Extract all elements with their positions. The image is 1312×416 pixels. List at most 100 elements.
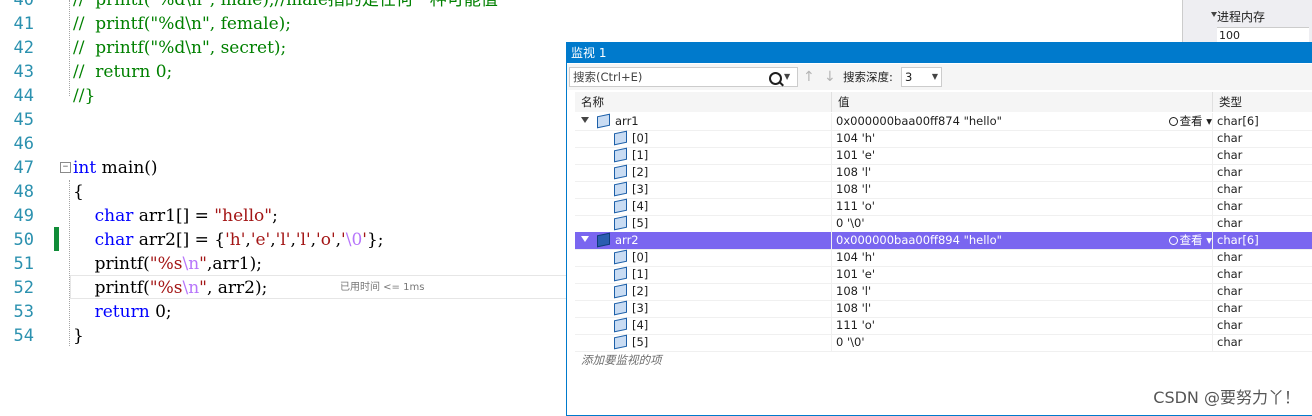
process-memory-title[interactable]: 进程内存 (1217, 8, 1265, 25)
code-text: char arr2[] = {'h','e','l','l','o','\0'}… (73, 228, 384, 252)
variable-icon (614, 334, 627, 350)
code-token: "%s (149, 254, 183, 274)
search-input[interactable]: 搜索(Ctrl+E) ▼ (569, 67, 798, 87)
value-cell: 101 'e' (831, 147, 1216, 164)
variable-value: 104 'h' (836, 250, 876, 264)
code-text: //} (73, 84, 95, 108)
value-cell: 108 'l' (831, 181, 1216, 198)
search-placeholder: 搜索(Ctrl+E) (573, 70, 643, 84)
line-number: 45 (13, 110, 34, 130)
name-cell: [4] (575, 317, 830, 334)
code-token: \n (182, 278, 200, 298)
name-cell: [0] (575, 130, 830, 147)
search-depth-select[interactable]: 3 ▼ (901, 67, 942, 87)
code-text: // printf("%d\n", male);//male指的是任何一种可能值 (73, 0, 498, 12)
variable-name: [0] (632, 250, 649, 264)
add-watch-item[interactable]: 添加要监视的项 (581, 352, 662, 368)
variable-name: [2] (632, 165, 649, 179)
column-name[interactable]: 名称 (575, 92, 830, 112)
view-button[interactable]: 查看 ▾ (1168, 113, 1212, 130)
variable-icon (614, 181, 627, 197)
code-text: printf("%s\n", arr2); (73, 276, 268, 300)
column-type[interactable]: 类型 (1212, 92, 1312, 112)
watch-child-row[interactable]: [1] 101 'e' char (575, 147, 1312, 165)
expand-arrow-icon[interactable] (581, 117, 589, 123)
code-text: // return 0; (73, 60, 172, 84)
name-cell: [0] (575, 249, 830, 266)
watch-child-row[interactable]: [4] 111 'o' char (575, 317, 1312, 335)
code-token: "%s (149, 278, 183, 298)
variable-value: 101 'e' (836, 267, 876, 281)
chevron-down-icon[interactable]: ▾ (1203, 114, 1212, 128)
variable-icon (597, 113, 610, 129)
variable-icon (614, 198, 627, 214)
watch-child-row[interactable]: [3] 108 'l' char (575, 300, 1312, 318)
search-next-icon[interactable]: ↓ (824, 68, 836, 86)
code-token: }; (366, 230, 384, 250)
chevron-down-icon[interactable]: ▾ (1203, 233, 1212, 247)
code-text: char arr1[] = "hello"; (73, 204, 278, 228)
chevron-down-icon[interactable]: ▼ (932, 68, 938, 86)
variable-value: 111 'o' (836, 318, 875, 332)
collapse-icon[interactable]: − (60, 162, 71, 173)
code-token: char (94, 230, 134, 250)
line-number: 47 (13, 158, 34, 178)
name-cell: arr2 (575, 232, 830, 249)
watch-child-row[interactable]: [2] 108 'l' char (575, 164, 1312, 182)
variable-name: [5] (632, 335, 649, 349)
view-button[interactable]: 查看 ▾ (1168, 232, 1212, 249)
variable-name: [3] (632, 301, 649, 315)
name-cell: [2] (575, 283, 830, 300)
watch-child-row[interactable]: [5] 0 '\0' char (575, 215, 1312, 233)
watch-child-row[interactable]: [1] 101 'e' char (575, 266, 1312, 284)
code-line[interactable]: 41 // printf("%d\n", female); (0, 12, 1182, 36)
watch-child-row[interactable]: [0] 104 'h' char (575, 130, 1312, 148)
search-previous-icon[interactable]: ↑ (803, 68, 815, 86)
watch-child-row[interactable]: [2] 108 'l' char (575, 283, 1312, 301)
variable-value: 104 'h' (836, 131, 876, 145)
watch-window-title[interactable]: 监视 1 (567, 43, 1312, 63)
name-cell: [2] (575, 164, 830, 181)
variable-icon (597, 232, 610, 248)
code-line[interactable]: 40 // printf("%d\n", male);//male指的是任何一种可… (0, 0, 1182, 12)
watch-child-row[interactable]: [4] 111 'o' char (575, 198, 1312, 216)
search-icon[interactable] (769, 72, 782, 85)
type-cell: char (1212, 317, 1312, 334)
perf-tip[interactable]: 已用时间 <= 1ms (340, 276, 424, 300)
watch-row-arr1[interactable]: arr1 0x000000baa00ff874 "hello" 查看 ▾ char[6… (575, 113, 1312, 131)
variable-name: [0] (632, 131, 649, 145)
variable-value: 0 '\0' (836, 216, 865, 230)
code-token: arr1[] = (133, 206, 215, 226)
column-header: 名称 值 类型 (575, 92, 1312, 112)
code-token: // printf("%d\n", female); (73, 14, 292, 34)
watch-row-arr2[interactable]: arr2 0x000000baa00ff894 "hello" 查看 ▾ char[6… (575, 232, 1312, 250)
code-token: { (73, 182, 84, 202)
line-number: 41 (13, 14, 34, 34)
type-cell: char (1212, 130, 1312, 147)
line-number: 43 (13, 62, 34, 82)
code-token: // return 0; (73, 62, 173, 82)
code-token: \n (182, 254, 200, 274)
line-number: 42 (13, 38, 34, 58)
watch-child-row[interactable]: [5] 0 '\0' char (575, 334, 1312, 352)
line-number: 52 (13, 278, 34, 298)
value-cell: 111 'o' (831, 198, 1216, 215)
search-dropdown-icon[interactable]: ▼ (784, 68, 790, 86)
code-token: 'l' (275, 230, 291, 250)
code-token: // printf("%d\n", secret); (73, 38, 287, 58)
line-number: 54 (13, 326, 34, 346)
name-cell: arr1 (575, 113, 830, 130)
watch-child-row[interactable]: [0] 104 'h' char (575, 249, 1312, 267)
type-cell: char (1212, 198, 1312, 215)
expand-arrow-icon[interactable] (581, 236, 589, 242)
code-token: } (73, 326, 84, 346)
line-number: 50 (13, 230, 34, 250)
watch-child-row[interactable]: [3] 108 'l' char (575, 181, 1312, 199)
type-cell: char (1212, 266, 1312, 283)
code-token: 'e' (250, 230, 271, 250)
code-token: // printf("%d\n", male);//male指的是任何一种可能值 (73, 0, 498, 10)
variable-value: 108 'l' (836, 165, 872, 179)
column-value[interactable]: 值 (831, 92, 1212, 112)
watch-window: 监视 1 搜索(Ctrl+E) ▼ ↑ ↓ 搜索深度: 3 ▼ 名称 值 类型 … (566, 42, 1312, 416)
